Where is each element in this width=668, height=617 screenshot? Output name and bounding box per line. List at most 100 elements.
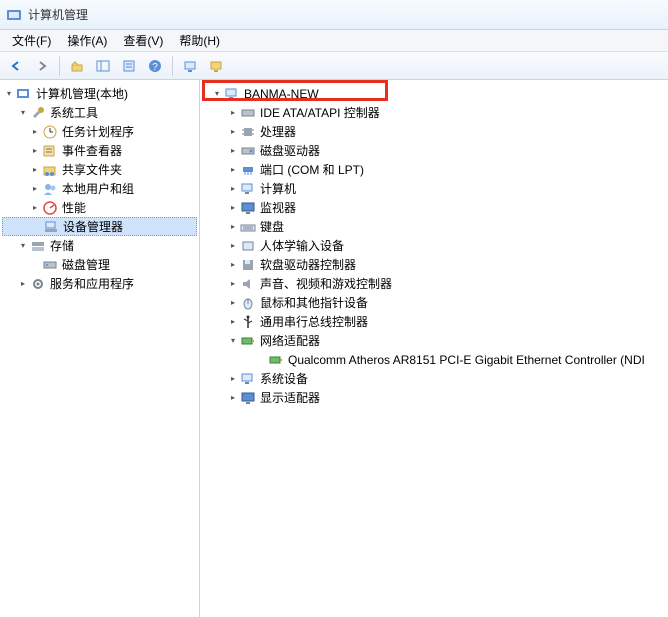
right-tree-panel: ▾ BANMA-NEW ▸ IDE ATA/ATAPI 控制器 ▸ 处理器 ▸ … xyxy=(200,80,668,617)
expand-icon[interactable]: ▸ xyxy=(30,184,40,194)
expand-icon[interactable]: ▸ xyxy=(228,165,238,175)
clock-icon xyxy=(42,124,58,140)
menu-view[interactable]: 查看(V) xyxy=(115,30,171,51)
event-viewer-icon xyxy=(42,143,58,159)
expand-icon[interactable]: ▸ xyxy=(18,279,28,289)
device-system-devices[interactable]: ▸ 系统设备 xyxy=(202,369,666,388)
tree-local-users-groups[interactable]: ▸ 本地用户和组 xyxy=(2,179,197,198)
expand-icon[interactable]: ▸ xyxy=(228,127,238,137)
device-processors[interactable]: ▸ 处理器 xyxy=(202,122,666,141)
device-computer[interactable]: ▸ 计算机 xyxy=(202,179,666,198)
device-display-adapters[interactable]: ▸ 显示适配器 xyxy=(202,388,666,407)
tree-services-apps[interactable]: ▸ 服务和应用程序 xyxy=(2,274,197,293)
device-floppy-controllers[interactable]: ▸ 软盘驱动器控制器 xyxy=(202,255,666,274)
tree-root-computer-management[interactable]: ▾ 计算机管理(本地) xyxy=(2,84,197,103)
menu-file[interactable]: 文件(F) xyxy=(4,30,59,51)
tree-label: 端口 (COM 和 LPT) xyxy=(258,161,366,178)
tree-label: 存储 xyxy=(48,237,76,254)
tree-label: 显示适配器 xyxy=(258,389,322,406)
properties-button[interactable] xyxy=(117,55,141,77)
device-disk-drives[interactable]: ▸ 磁盘驱动器 xyxy=(202,141,666,160)
toolbar-separator xyxy=(59,56,60,76)
display-adapter-icon xyxy=(240,390,256,406)
tree-performance[interactable]: ▸ 性能 xyxy=(2,198,197,217)
tree-event-viewer[interactable]: ▸ 事件查看器 xyxy=(2,141,197,160)
tree-label: 本地用户和组 xyxy=(60,180,136,197)
window-title: 计算机管理 xyxy=(28,6,88,23)
expand-icon[interactable]: ▸ xyxy=(228,298,238,308)
hid-icon xyxy=(240,238,256,254)
tree-storage[interactable]: ▾ 存储 xyxy=(2,236,197,255)
monitor-icon xyxy=(240,200,256,216)
expand-icon[interactable]: ▸ xyxy=(228,108,238,118)
tree-label: 通用串行总线控制器 xyxy=(258,313,370,330)
show-hide-tree-button[interactable] xyxy=(91,55,115,77)
device-network-adapters[interactable]: ▾ 网络适配器 xyxy=(202,331,666,350)
device-usb[interactable]: ▸ 通用串行总线控制器 xyxy=(202,312,666,331)
services-icon xyxy=(30,276,46,292)
expand-icon[interactable]: ▾ xyxy=(18,241,28,251)
device-root[interactable]: ▾ BANMA-NEW xyxy=(202,84,666,103)
tree-task-scheduler[interactable]: ▸ 任务计划程序 xyxy=(2,122,197,141)
expand-icon[interactable]: ▸ xyxy=(30,127,40,137)
device-manager-icon xyxy=(43,219,59,235)
tree-label: 性能 xyxy=(60,199,88,216)
tree-device-manager[interactable]: ▸ 设备管理器 xyxy=(2,217,197,236)
tree-label: 计算机管理(本地) xyxy=(34,85,130,102)
device-monitors[interactable]: ▸ 监视器 xyxy=(202,198,666,217)
disk-icon xyxy=(240,143,256,159)
back-button[interactable] xyxy=(4,55,28,77)
up-button[interactable] xyxy=(65,55,89,77)
tree-shared-folders[interactable]: ▸ 共享文件夹 xyxy=(2,160,197,179)
performance-icon xyxy=(42,200,58,216)
expand-icon[interactable]: ▸ xyxy=(30,146,40,156)
device-ide-ata[interactable]: ▸ IDE ATA/ATAPI 控制器 xyxy=(202,103,666,122)
device-mice[interactable]: ▸ 鼠标和其他指针设备 xyxy=(202,293,666,312)
tree-label: 声音、视频和游戏控制器 xyxy=(258,275,394,292)
shared-folders-icon xyxy=(42,162,58,178)
expand-icon[interactable]: ▸ xyxy=(228,279,238,289)
view-resources-button[interactable] xyxy=(204,55,228,77)
computer-icon xyxy=(240,181,256,197)
device-network-adapter-item[interactable]: Qualcomm Atheros AR8151 PCI-E Gigabit Et… xyxy=(202,350,666,369)
tree-system-tools[interactable]: ▾ 系统工具 xyxy=(2,103,197,122)
expand-icon[interactable]: ▸ xyxy=(30,165,40,175)
device-sound[interactable]: ▸ 声音、视频和游戏控制器 xyxy=(202,274,666,293)
collapse-icon[interactable]: ▾ xyxy=(228,336,238,346)
expand-icon[interactable]: ▸ xyxy=(228,374,238,384)
menu-help[interactable]: 帮助(H) xyxy=(171,30,228,51)
device-ports[interactable]: ▸ 端口 (COM 和 LPT) xyxy=(202,160,666,179)
titlebar: 计算机管理 xyxy=(0,0,668,30)
help-button[interactable]: ? xyxy=(143,55,167,77)
expand-icon[interactable]: ▸ xyxy=(30,203,40,213)
expand-icon[interactable]: ▸ xyxy=(228,317,238,327)
tree-label: 设备管理器 xyxy=(61,218,125,235)
menu-action[interactable]: 操作(A) xyxy=(59,30,115,51)
tree-label: Qualcomm Atheros AR8151 PCI-E Gigabit Et… xyxy=(286,353,647,367)
network-adapter-icon xyxy=(268,352,284,368)
tree-disk-management[interactable]: ▸ 磁盘管理 xyxy=(2,255,197,274)
disk-mgmt-icon xyxy=(42,257,58,273)
expand-icon[interactable]: ▸ xyxy=(228,241,238,251)
sound-icon xyxy=(240,276,256,292)
tree-label: 处理器 xyxy=(258,123,298,140)
computer-mgmt-icon xyxy=(16,86,32,102)
expand-icon[interactable]: ▸ xyxy=(228,222,238,232)
expand-icon[interactable]: ▸ xyxy=(228,260,238,270)
device-keyboards[interactable]: ▸ 键盘 xyxy=(202,217,666,236)
tree-label: 任务计划程序 xyxy=(60,123,136,140)
expand-icon[interactable]: ▸ xyxy=(228,203,238,213)
device-hid[interactable]: ▸ 人体学输入设备 xyxy=(202,236,666,255)
expand-icon[interactable]: ▸ xyxy=(228,146,238,156)
tree-label: 计算机 xyxy=(258,180,298,197)
expand-icon[interactable]: ▾ xyxy=(4,89,14,99)
expand-icon[interactable]: ▸ xyxy=(228,393,238,403)
expand-icon[interactable]: ▸ xyxy=(228,184,238,194)
expand-icon[interactable]: ▾ xyxy=(18,108,28,118)
view-devices-button[interactable] xyxy=(178,55,202,77)
keyboard-icon xyxy=(240,219,256,235)
collapse-icon[interactable]: ▾ xyxy=(212,89,222,99)
network-adapter-icon xyxy=(240,333,256,349)
forward-button[interactable] xyxy=(30,55,54,77)
content-area: ▾ 计算机管理(本地) ▾ 系统工具 ▸ 任务计划程序 ▸ 事件查看器 ▸ 共 xyxy=(0,80,668,617)
